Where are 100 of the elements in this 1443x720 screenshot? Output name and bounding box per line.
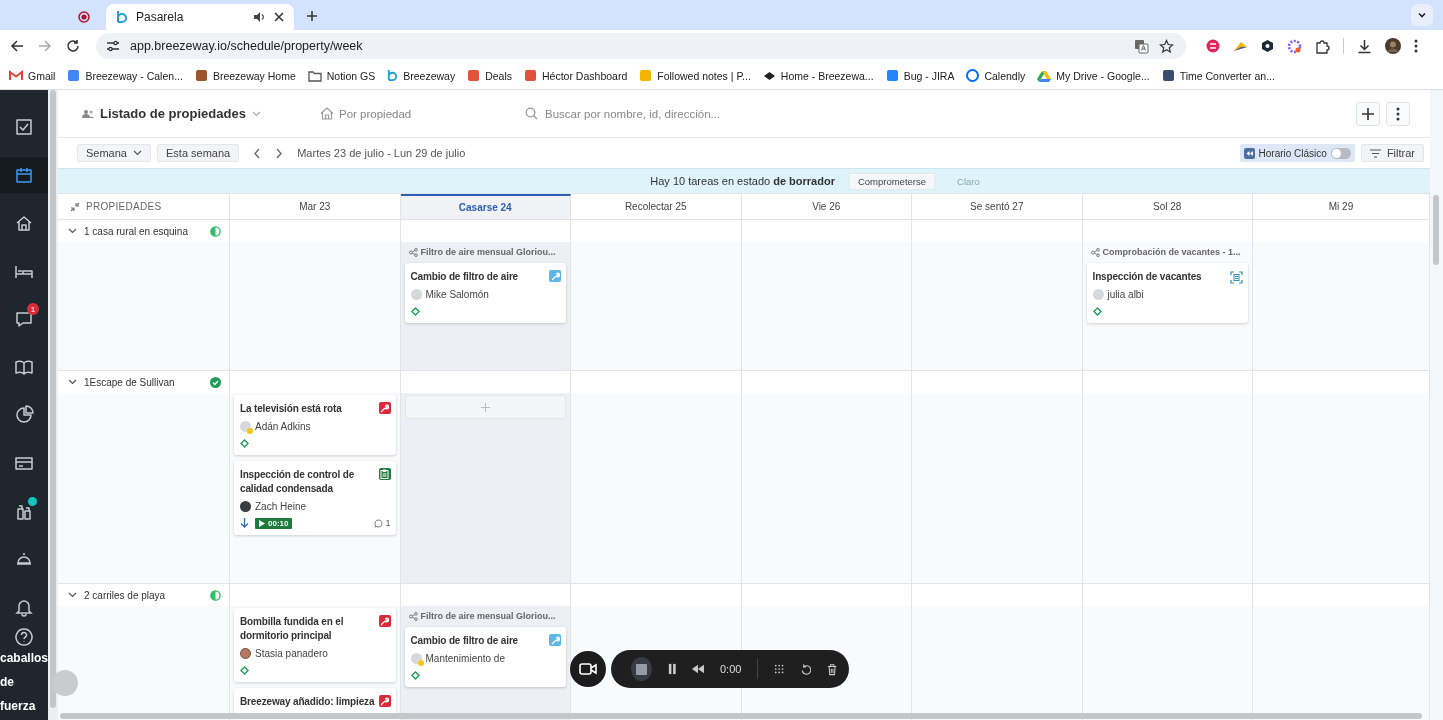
bookmark[interactable]: Breezeway: [403, 69, 456, 82]
stop-icon: [635, 663, 647, 675]
this-week-button[interactable]: Esta semana: [157, 144, 240, 162]
star-icon[interactable]: [1159, 38, 1174, 54]
property-name[interactable]: 1 casa rural en esquina: [84, 225, 203, 237]
app-icon[interactable]: [885, 69, 899, 82]
bookmark[interactable]: Deals: [485, 69, 513, 82]
property-name[interactable]: 2 carriles de playa: [84, 589, 203, 601]
bell-icon[interactable]: [14, 597, 34, 617]
rewind-icon[interactable]: [692, 664, 704, 674]
caret-icon: [133, 150, 142, 156]
trash-icon[interactable]: [826, 662, 837, 676]
people-icon: [82, 108, 94, 119]
add-button[interactable]: [1356, 101, 1380, 126]
app-icon[interactable]: [524, 69, 538, 82]
task-group-label[interactable]: Comprobación de vacantes - 1...: [1102, 247, 1241, 257]
speaker-icon[interactable]: [253, 11, 266, 23]
task-card[interactable]: Breezeway añadido: limpieza: [234, 688, 396, 715]
task-card[interactable]: Bombilla fundida en el dormitorio principal Stasia panadero: [234, 608, 396, 682]
previous-icon[interactable]: [253, 147, 262, 159]
bookmark[interactable]: My Drive - Google...: [1056, 69, 1150, 82]
bookmark[interactable]: Bug - JIRA: [903, 69, 955, 82]
chevron-icon[interactable]: [68, 228, 77, 234]
new-tab-icon[interactable]: [306, 10, 318, 22]
chevron-icon[interactable]: [68, 379, 77, 385]
status-dot: [28, 497, 37, 506]
filter-icon: [1369, 148, 1381, 158]
app-icon[interactable]: [1161, 69, 1175, 82]
classic-schedule-toggle[interactable]: Horario Clásico: [1239, 144, 1355, 162]
camera-icon: [579, 663, 597, 675]
app-icon[interactable]: [194, 69, 208, 82]
bookmark[interactable]: Notion GS: [326, 69, 376, 82]
task-card[interactable]: Inspección de control de calidad condensada Zach Heine 00:10 1: [234, 461, 396, 535]
download-icon[interactable]: [1357, 38, 1372, 54]
house-icon: [320, 107, 334, 120]
chevron-down-icon: [1417, 10, 1427, 20]
extension-icon[interactable]: [1261, 39, 1274, 53]
search-field[interactable]: Buscar por nombre, id, dirección...: [545, 107, 935, 120]
period-dropdown[interactable]: Semana: [77, 144, 151, 162]
bookmark[interactable]: Time Converter an...: [1179, 69, 1275, 82]
bookmark[interactable]: Followed notes | P...: [657, 69, 751, 82]
task-group-label[interactable]: Filtro de aire mensual Gloriou...: [420, 611, 556, 621]
tab-search-button[interactable]: [1411, 4, 1433, 26]
app-icon[interactable]: [467, 69, 481, 82]
reload-icon[interactable]: [66, 39, 80, 53]
mail-icon[interactable]: [9, 70, 23, 81]
timer-badge[interactable]: 00:10: [255, 517, 293, 529]
scrollbar[interactable]: [50, 90, 56, 708]
task-card[interactable]: La televisión está rota Adán Adkins: [234, 395, 396, 455]
triangle-icon[interactable]: [1037, 69, 1052, 82]
circle-icon[interactable]: [966, 69, 980, 82]
stop-button[interactable]: [631, 657, 652, 681]
house-icon: [14, 213, 34, 233]
pie-chart-icon: [14, 405, 34, 425]
close-icon[interactable]: [274, 12, 284, 22]
help-icon[interactable]: [14, 627, 34, 647]
nav-item[interactable]: [0, 157, 48, 193]
bookmark[interactable]: Home - Breezewa...: [780, 69, 874, 82]
address-bar[interactable]: app.breezeway.io/schedule/property/week: [96, 33, 1186, 59]
play-icon: [259, 519, 265, 527]
pause-icon[interactable]: [667, 663, 677, 675]
diamond-icon[interactable]: [762, 70, 776, 81]
comment-count[interactable]: 1: [385, 518, 391, 528]
browser-tab[interactable]: Pasarela: [106, 4, 294, 30]
next-icon[interactable]: [275, 147, 284, 159]
bookmark[interactable]: Héctor Dashboard: [542, 69, 628, 82]
scrollbar[interactable]: [1433, 195, 1439, 265]
task-card[interactable]: Cambio de filtro de aire Mike Salomón: [404, 263, 566, 323]
view-selector[interactable]: Listado de propiedades: [82, 106, 320, 121]
more-icon: [1396, 106, 1400, 121]
scrollbar[interactable]: [60, 713, 1422, 719]
translate-icon[interactable]: [1134, 38, 1149, 54]
undo-icon[interactable]: [800, 662, 811, 676]
share-icon: [408, 611, 418, 621]
group-by-selector[interactable]: Por propiedad: [320, 107, 525, 120]
chevron-icon[interactable]: [68, 592, 77, 598]
bookmark[interactable]: Calendly: [984, 69, 1026, 82]
profile-avatar[interactable]: [1385, 38, 1401, 54]
task-card[interactable]: Cambio de filtro de aire Mantenimiento de: [404, 627, 566, 687]
extensions-icon[interactable]: [1315, 38, 1330, 54]
collapse-all-icon[interactable]: [70, 201, 80, 212]
filter-button[interactable]: Filtrar: [1360, 144, 1424, 162]
bookmark[interactable]: Breezeway - Calen...: [85, 69, 183, 82]
bookmark[interactable]: Breezeway Home: [212, 69, 296, 82]
rewind-icon: [1243, 147, 1255, 159]
properties-header[interactable]: PROPIEDADES: [58, 194, 230, 219]
back-icon[interactable]: [10, 39, 24, 53]
nav-item[interactable]: 1: [0, 301, 48, 337]
task-card[interactable]: Inspección de vacantes julia albi: [1086, 263, 1248, 323]
commit-button[interactable]: Comprometerse: [848, 172, 936, 190]
day-header: Recolectar 25: [571, 194, 742, 219]
logo-icon[interactable]: [387, 69, 399, 82]
assignee-name: julia albi: [1107, 289, 1144, 300]
bookmark[interactable]: Gmail: [28, 69, 56, 82]
property-name[interactable]: 1Escape de Sullivan: [84, 376, 203, 388]
task-group-label[interactable]: Filtro de aire mensual Gloriou...: [420, 247, 556, 257]
folder-icon[interactable]: [307, 69, 322, 82]
grid-icon[interactable]: [774, 663, 785, 675]
menu-icon[interactable]: [1414, 39, 1418, 53]
site-settings-icon[interactable]: [106, 40, 120, 52]
